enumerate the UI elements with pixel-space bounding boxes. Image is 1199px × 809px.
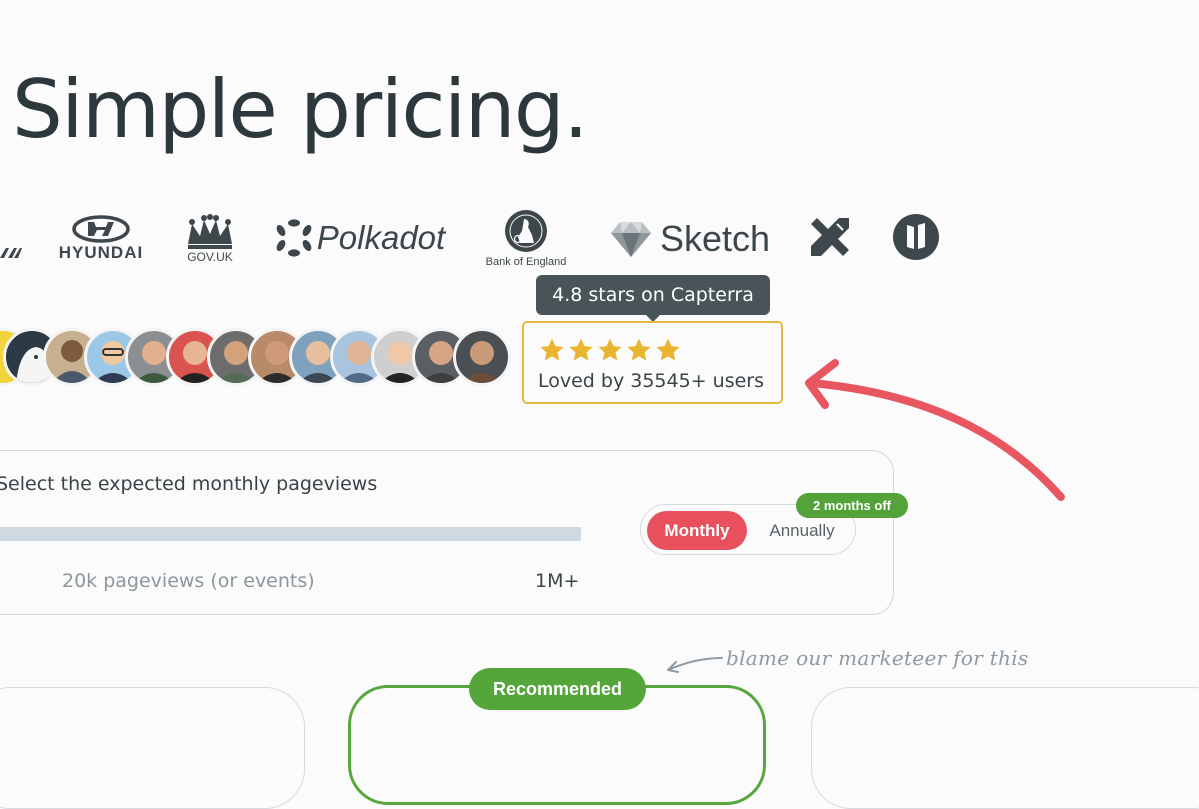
capterra-tooltip: 4.8 stars on Capterra xyxy=(536,275,770,322)
star-rating xyxy=(539,337,681,363)
hyundai-wordmark: HYUNDAI xyxy=(58,243,144,262)
polkadot-logo: Polkadot xyxy=(274,218,446,258)
govuk-wordmark: GOV.UK xyxy=(187,250,233,264)
rating-box: Loved by 35545+ users xyxy=(522,321,783,404)
plan-card-right[interactable] xyxy=(811,687,1199,809)
sketch-wordmark: Sketch xyxy=(659,218,771,259)
star-icon xyxy=(627,338,651,361)
polkadot-icon xyxy=(276,219,312,257)
crown-icon xyxy=(188,214,232,249)
page-title: Simple pricing. xyxy=(12,63,589,156)
star-icon xyxy=(569,338,593,361)
britannia-seal-icon xyxy=(505,209,547,252)
recommended-badge: Recommended xyxy=(469,668,646,710)
avatar xyxy=(453,328,511,386)
avatar-row xyxy=(0,328,520,388)
plan-card-left[interactable] xyxy=(0,687,305,809)
marketeer-note: blame our marketeer for this xyxy=(726,646,1029,670)
crossed-tools-logo xyxy=(807,214,853,260)
star-icon xyxy=(598,338,622,361)
bank-of-england-wordmark: Bank of England xyxy=(485,255,567,268)
pageviews-value: 20k pageviews (or events) xyxy=(62,570,315,592)
star-icon xyxy=(540,338,564,361)
sketch-logo: Sketch xyxy=(609,216,771,262)
bank-of-england-logo: Bank of England xyxy=(478,207,574,269)
pageviews-max-label: 1M+ xyxy=(535,570,580,592)
discount-badge: 2 months off xyxy=(796,493,908,518)
hyundai-emblem-icon xyxy=(72,215,130,243)
partial-logo xyxy=(0,246,22,260)
monthly-option[interactable]: Monthly xyxy=(647,511,747,550)
users-count-label: Loved by 35545+ users xyxy=(538,370,764,392)
star-icon xyxy=(656,338,680,361)
crossed-tools-icon xyxy=(811,218,849,256)
govuk-logo: GOV.UK xyxy=(180,210,240,268)
circle-n-icon xyxy=(893,214,939,260)
hyundai-logo: HYUNDAI xyxy=(58,212,144,266)
sketch-diamond-icon xyxy=(610,222,651,257)
pageviews-slider[interactable] xyxy=(0,527,581,541)
polkadot-wordmark: Polkadot xyxy=(316,219,446,256)
notion-like-logo xyxy=(892,213,940,261)
annotation-arrow-icon xyxy=(667,657,723,673)
pageviews-label: Select the expected monthly pageviews xyxy=(0,473,378,495)
